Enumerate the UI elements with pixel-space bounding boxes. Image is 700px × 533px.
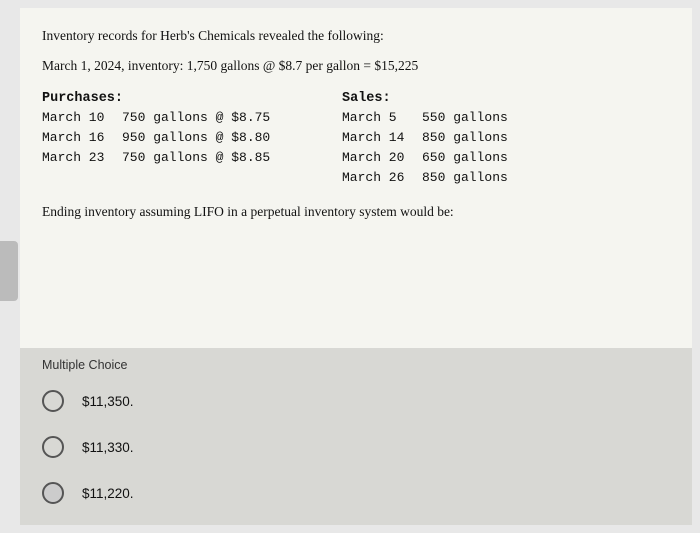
purchase-row-2: March 16 950 gallons @ $8.80 (42, 128, 342, 148)
sales-detail-3: 650 gallons (422, 148, 542, 168)
intro-paragraph: Inventory records for Herb's Chemicals r… (42, 28, 384, 43)
purchase-detail-1: 750 gallons @ $8.75 (122, 108, 322, 128)
sales-date-4: March 26 (342, 168, 422, 188)
sales-detail-2: 850 gallons (422, 128, 542, 148)
purchase-row-1: March 10 750 gallons @ $8.75 (42, 108, 342, 128)
sales-row-4: March 26 850 gallons (342, 168, 562, 188)
option-row-1[interactable]: $11,350. (42, 390, 670, 412)
option-row-3[interactable]: $11,220. (42, 482, 670, 504)
question-content: Inventory records for Herb's Chemicals r… (20, 8, 692, 348)
intro-text: Inventory records for Herb's Chemicals r… (42, 26, 670, 46)
purchases-header: Purchases: (42, 91, 342, 106)
sales-date-3: March 20 (342, 148, 422, 168)
sales-column: Sales: March 5 550 gallons March 14 850 … (342, 91, 562, 189)
sales-date-1: March 5 (342, 108, 422, 128)
sales-detail-1: 550 gallons (422, 108, 542, 128)
sales-row-1: March 5 550 gallons (342, 108, 562, 128)
radio-button-2[interactable] (42, 436, 64, 458)
option-label-2: $11,330. (82, 440, 134, 455)
purchase-date-1: March 10 (42, 108, 122, 128)
option-label-1: $11,350. (82, 394, 134, 409)
sales-header: Sales: (342, 91, 562, 106)
purchase-detail-3: 750 gallons @ $8.85 (122, 148, 322, 168)
multiple-choice-section: Multiple Choice $11,350. $11,330. $11,22… (20, 348, 692, 525)
ending-inventory-text: Ending inventory assuming LIFO in a perp… (42, 202, 670, 222)
radio-button-3[interactable] (42, 482, 64, 504)
sales-detail-4: 850 gallons (422, 168, 542, 188)
purchases-column: Purchases: March 10 750 gallons @ $8.75 … (42, 91, 342, 189)
option-label-3: $11,220. (82, 486, 134, 501)
sales-date-2: March 14 (342, 128, 422, 148)
sales-row-3: March 20 650 gallons (342, 148, 562, 168)
purchase-date-2: March 16 (42, 128, 122, 148)
opening-inventory-line: March 1, 2024, inventory: 1,750 gallons … (42, 56, 670, 76)
multiple-choice-label: Multiple Choice (42, 358, 670, 372)
purchase-detail-2: 950 gallons @ $8.80 (122, 128, 322, 148)
left-tab (0, 241, 18, 301)
opening-inventory-text: March 1, 2024, inventory: 1,750 gallons … (42, 58, 418, 73)
purchase-date-3: March 23 (42, 148, 122, 168)
sales-row-2: March 14 850 gallons (342, 128, 562, 148)
purchase-row-3: March 23 750 gallons @ $8.85 (42, 148, 342, 168)
radio-button-1[interactable] (42, 390, 64, 412)
purchases-sales-section: Purchases: March 10 750 gallons @ $8.75 … (42, 91, 670, 189)
option-row-2[interactable]: $11,330. (42, 436, 670, 458)
